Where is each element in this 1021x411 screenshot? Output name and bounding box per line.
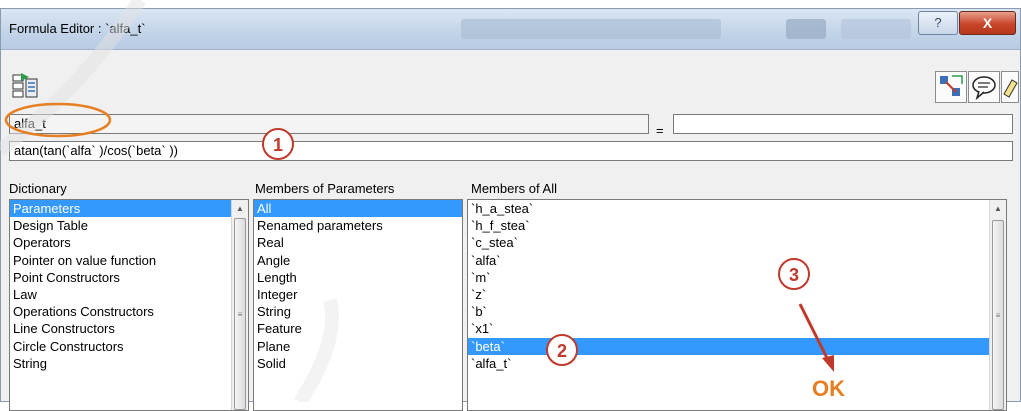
background-taskbar-blur xyxy=(786,19,826,39)
step-2-marker: 2 xyxy=(546,334,578,366)
list-item[interactable]: Operators xyxy=(10,234,248,251)
list-item[interactable]: Length xyxy=(254,269,462,286)
list-item[interactable]: Integer xyxy=(254,286,462,303)
list-item[interactable]: `c_stea` xyxy=(468,234,1006,251)
list-item[interactable]: Plane xyxy=(254,338,462,355)
list-item[interactable]: Circle Constructors xyxy=(10,338,248,355)
members-of-all-list[interactable]: `h_a_stea` `h_f_stea` `c_stea` `alfa` `m… xyxy=(467,199,1007,411)
import-parameter-icon[interactable] xyxy=(9,71,41,103)
list-item[interactable]: `x1` xyxy=(468,320,1006,337)
list-item[interactable]: Line Constructors xyxy=(10,320,248,337)
members-of-parameters-header: Members of Parameters xyxy=(255,181,395,196)
formula-editor-window: Formula Editor : `alfa_t` ? X alfa_t = a… xyxy=(0,8,1021,411)
value-field[interactable] xyxy=(673,114,1013,134)
comment-balloon-icon[interactable] xyxy=(968,71,1000,103)
list-item[interactable]: Real xyxy=(254,234,462,251)
list-item[interactable]: Feature xyxy=(254,320,462,337)
eraser-icon[interactable] xyxy=(1001,71,1019,103)
list-item[interactable]: Design Table xyxy=(10,217,248,234)
list-item[interactable]: `z` xyxy=(468,286,1006,303)
ok-label: OK xyxy=(812,376,845,401)
list-item[interactable]: `alfa` xyxy=(468,252,1006,269)
members-of-all-header: Members of All xyxy=(471,181,557,196)
title-bar: Formula Editor : `alfa_t` ? X xyxy=(1,9,1020,50)
step-1-marker: 1 xyxy=(262,128,294,160)
background-taskbar-blur xyxy=(841,19,911,39)
dictionary-list[interactable]: Parameters Design Table Operators Pointe… xyxy=(9,199,249,411)
background-taskbar-blur xyxy=(461,19,721,39)
list-item[interactable]: String xyxy=(254,303,462,320)
list-item[interactable]: Pointer on value function xyxy=(10,252,248,269)
scrollbar-thumb[interactable]: ≡ xyxy=(234,218,246,410)
members-of-all-scrollbar[interactable]: ▲ ≡ xyxy=(989,200,1006,410)
measure-icon[interactable] xyxy=(935,71,967,103)
list-item[interactable]: Point Constructors xyxy=(10,269,248,286)
list-item[interactable]: `h_f_stea` xyxy=(468,217,1006,234)
list-item[interactable]: `h_a_stea` xyxy=(468,200,1006,217)
equals-sign: = xyxy=(656,123,664,138)
list-item[interactable]: Operations Constructors xyxy=(10,303,248,320)
help-button[interactable]: ? xyxy=(918,11,958,35)
list-item[interactable]: Law xyxy=(10,286,248,303)
list-item[interactable]: Solid xyxy=(254,355,462,372)
list-item[interactable]: `m` xyxy=(468,269,1006,286)
close-button[interactable]: X xyxy=(959,11,1016,35)
list-item[interactable]: Angle xyxy=(254,252,462,269)
list-item[interactable]: Parameters xyxy=(10,200,248,218)
list-item[interactable]: String xyxy=(10,355,248,372)
scroll-up-arrow-icon[interactable]: ▲ xyxy=(990,200,1006,217)
dictionary-scrollbar[interactable]: ▲ ≡ xyxy=(231,200,248,410)
scrollbar-thumb[interactable]: ≡ xyxy=(992,220,1004,410)
members-of-parameters-list[interactable]: All Renamed parameters Real Angle Length… xyxy=(253,199,463,411)
parameter-name-field[interactable]: alfa_t xyxy=(9,114,649,134)
dictionary-header: Dictionary xyxy=(9,181,67,196)
list-item[interactable]: `b` xyxy=(468,303,1006,320)
window-title: Formula Editor : `alfa_t` xyxy=(9,21,146,36)
formula-input[interactable]: atan(tan(`alfa` )/cos(`beta` )) xyxy=(9,141,1013,161)
list-item[interactable]: All xyxy=(254,200,462,218)
step-3-marker: 3 xyxy=(778,258,810,290)
list-item[interactable]: Renamed parameters xyxy=(254,217,462,234)
scroll-up-arrow-icon[interactable]: ▲ xyxy=(232,200,248,217)
